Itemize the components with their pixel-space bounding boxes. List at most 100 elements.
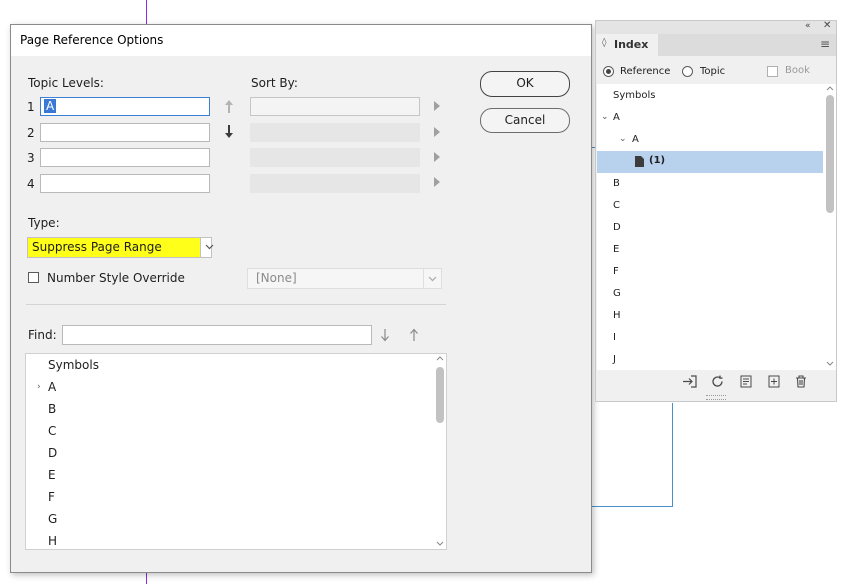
sort-by-3-input bbox=[250, 148, 420, 167]
scrollbar-thumb[interactable] bbox=[826, 95, 834, 213]
tree-item[interactable]: B bbox=[613, 178, 620, 189]
tree-item-selected[interactable]: (1) bbox=[597, 151, 823, 173]
ok-button[interactable]: OK bbox=[480, 71, 570, 97]
tab-resize-icon: ◊ bbox=[602, 38, 607, 48]
list-item[interactable]: H bbox=[48, 534, 57, 548]
dropdown-divider bbox=[200, 238, 201, 257]
sort-by-label: Sort By: bbox=[251, 76, 298, 90]
cancel-button[interactable]: Cancel bbox=[480, 108, 570, 133]
book-checkbox bbox=[767, 66, 778, 77]
list-item[interactable]: G bbox=[48, 512, 57, 526]
close-icon[interactable]: ✕ bbox=[823, 20, 831, 31]
topic-level-4-input[interactable] bbox=[40, 174, 210, 193]
topic-list[interactable]: Symbols › A B C D E F G H bbox=[25, 353, 447, 550]
find-next-arrow-icon[interactable] bbox=[380, 328, 390, 342]
number-style-value: [None] bbox=[256, 271, 297, 285]
index-tree[interactable]: Symbols ⌄ A ⌄ A (1) B C D E F G H I J bbox=[597, 84, 824, 370]
update-preview-icon[interactable] bbox=[711, 375, 724, 388]
topic-radio-label: Topic bbox=[700, 66, 726, 77]
panel-resize-grip[interactable] bbox=[596, 393, 836, 401]
chevron-right-icon[interactable]: › bbox=[37, 382, 41, 392]
topic-level-2-input[interactable] bbox=[40, 123, 210, 142]
tree-item[interactable]: A bbox=[632, 134, 639, 145]
topic-level-1-input[interactable]: A bbox=[40, 97, 210, 116]
scroll-up-icon[interactable] bbox=[436, 356, 444, 361]
reference-radio-label: Reference bbox=[620, 66, 671, 77]
frame-edge bbox=[672, 403, 673, 507]
list-item[interactable]: Symbols bbox=[48, 358, 99, 372]
chevron-down-icon bbox=[428, 276, 437, 282]
list-item[interactable]: A bbox=[48, 380, 56, 394]
go-to-selected-marker-icon[interactable] bbox=[682, 375, 698, 388]
jump-arrow-icon[interactable] bbox=[434, 177, 440, 187]
book-checkbox-label: Book bbox=[785, 65, 810, 76]
tree-scrollbar[interactable] bbox=[824, 84, 836, 370]
scroll-down-icon[interactable] bbox=[826, 361, 834, 366]
panel-menu-icon[interactable]: ≡ bbox=[820, 37, 830, 51]
topic-levels-label: Topic Levels: bbox=[28, 76, 104, 90]
tab-index[interactable]: ◊ Index bbox=[596, 34, 658, 56]
chevron-down-icon bbox=[205, 244, 214, 250]
find-previous-arrow-icon[interactable] bbox=[409, 328, 419, 342]
page-reference-options-dialog: Page Reference Options Topic Levels: Sor… bbox=[10, 24, 592, 573]
scrollbar-thumb[interactable] bbox=[436, 367, 444, 423]
delete-icon[interactable] bbox=[795, 375, 807, 388]
tree-item[interactable]: D bbox=[613, 222, 621, 233]
list-item[interactable]: C bbox=[48, 424, 56, 438]
level-number: 1 bbox=[27, 100, 35, 114]
panel-tab-bar: ◊ Index ≡ bbox=[596, 34, 836, 56]
reference-radio[interactable] bbox=[603, 66, 614, 77]
tree-item[interactable]: G bbox=[613, 288, 621, 299]
tree-item[interactable]: F bbox=[613, 266, 619, 277]
number-style-override-label: Number Style Override bbox=[47, 271, 185, 285]
type-dropdown-value: Suppress Page Range bbox=[32, 240, 162, 254]
new-entry-icon[interactable] bbox=[768, 375, 780, 388]
level-number: 4 bbox=[27, 177, 35, 191]
panel-header-bar[interactable]: « ✕ bbox=[596, 20, 836, 34]
tree-item[interactable]: H bbox=[613, 310, 621, 321]
type-dropdown[interactable]: Suppress Page Range bbox=[27, 237, 214, 258]
tree-item[interactable]: A bbox=[613, 112, 620, 123]
tree-item[interactable]: C bbox=[613, 200, 620, 211]
panel-title: Index bbox=[614, 38, 649, 51]
tree-item[interactable]: J bbox=[613, 354, 616, 365]
find-input[interactable] bbox=[62, 325, 372, 345]
move-up-arrow-icon[interactable] bbox=[224, 99, 234, 114]
chevron-down-icon[interactable]: ⌄ bbox=[601, 112, 609, 122]
jump-arrow-icon[interactable] bbox=[434, 152, 440, 162]
separator bbox=[26, 304, 446, 305]
collapse-panel-icon[interactable]: « bbox=[805, 21, 811, 31]
dialog-title: Page Reference Options bbox=[20, 33, 164, 47]
tree-item[interactable]: E bbox=[613, 244, 619, 255]
jump-arrow-icon[interactable] bbox=[434, 127, 440, 137]
list-item[interactable]: E bbox=[48, 468, 56, 482]
dropdown-divider bbox=[423, 269, 424, 288]
level-number: 2 bbox=[27, 126, 35, 140]
list-item[interactable]: F bbox=[48, 490, 55, 504]
tree-item[interactable]: Symbols bbox=[613, 90, 655, 101]
number-style-override-checkbox[interactable] bbox=[28, 272, 39, 283]
sort-by-2-input bbox=[250, 123, 420, 142]
index-panel: « ✕ ◊ Index ≡ Reference Topic Book Symbo… bbox=[595, 20, 837, 402]
scroll-down-icon[interactable] bbox=[436, 541, 444, 546]
find-label: Find: bbox=[28, 328, 57, 342]
list-scrollbar[interactable] bbox=[434, 354, 446, 549]
type-label: Type: bbox=[28, 216, 60, 230]
list-item[interactable]: D bbox=[48, 446, 57, 460]
generate-index-icon[interactable] bbox=[740, 375, 752, 388]
move-down-arrow-icon[interactable] bbox=[224, 124, 234, 139]
jump-arrow-icon[interactable] bbox=[434, 101, 440, 111]
sort-by-1-input[interactable] bbox=[250, 97, 420, 116]
chevron-down-icon[interactable]: ⌄ bbox=[619, 134, 627, 144]
topic-level-3-input[interactable] bbox=[40, 148, 210, 167]
guide-line bbox=[146, 0, 147, 26]
list-item[interactable]: B bbox=[48, 402, 56, 416]
scroll-up-icon[interactable] bbox=[826, 86, 834, 91]
topic-level-1-value: A bbox=[44, 99, 57, 113]
number-style-dropdown: [None] bbox=[247, 268, 442, 289]
tree-item[interactable]: I bbox=[613, 332, 616, 343]
page-reference-label: (1) bbox=[649, 155, 666, 166]
topic-radio[interactable] bbox=[682, 66, 693, 77]
page-icon bbox=[635, 156, 644, 167]
dialog-titlebar[interactable]: Page Reference Options bbox=[11, 25, 591, 56]
